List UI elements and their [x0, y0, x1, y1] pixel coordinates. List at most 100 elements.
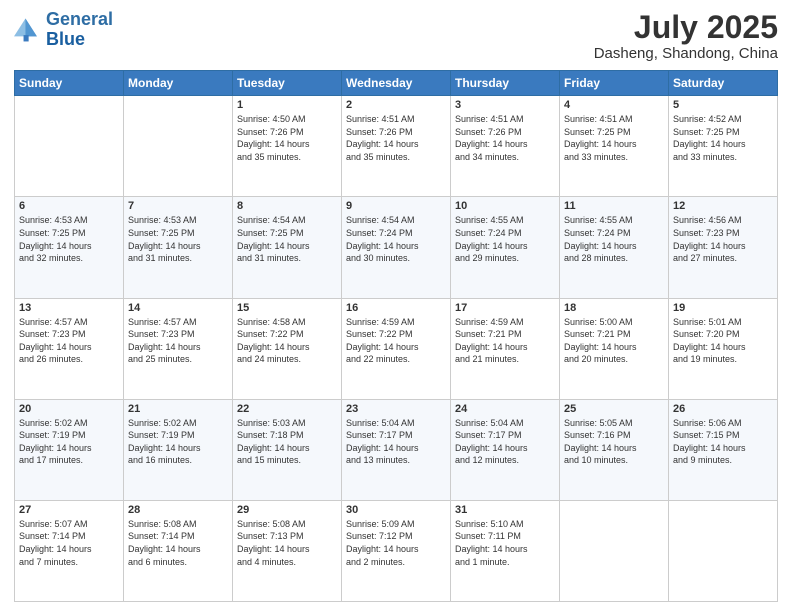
calendar-cell: 28 Sunrise: 5:08 AM Sunset: 7:14 PM Dayli…: [124, 500, 233, 601]
main-title: July 2025: [594, 10, 778, 45]
day-info: Sunrise: 4:56 AM Sunset: 7:23 PM Dayligh…: [673, 214, 773, 264]
title-block: July 2025 Dasheng, Shandong, China: [594, 10, 778, 62]
logo-line2: Blue: [46, 29, 85, 49]
week-row-1: 1 Sunrise: 4:50 AM Sunset: 7:26 PM Daylig…: [15, 96, 778, 197]
calendar-cell: 23Sunrise: 5:04 AM Sunset: 7:17 PM Dayli…: [342, 399, 451, 500]
day-number: 15: [237, 302, 337, 314]
calendar-cell: 19 Sunrise: 5:01 AM Sunset: 7:20 PM Dayli…: [669, 298, 778, 399]
calendar-cell: [124, 96, 233, 197]
day-number: 2: [346, 99, 446, 111]
header-day-monday: Monday: [124, 71, 233, 96]
day-info: Sunrise: 4:59 AM Sunset: 7:21 PM Dayligh…: [455, 316, 555, 366]
day-info: Sunrise: 5:04 AM Sunset: 7:17 PM Dayligh…: [346, 417, 446, 467]
day-number: 4: [564, 99, 664, 111]
day-info: Sunrise: 5:09 AM Sunset: 7:12 PM Dayligh…: [346, 518, 446, 568]
header: General Blue July 2025 Dasheng, Shandong…: [14, 10, 778, 62]
day-number: 30: [346, 504, 446, 516]
day-number: 26: [673, 403, 773, 415]
calendar-cell: 10Sunrise: 4:55 AM Sunset: 7:24 PM Dayli…: [451, 197, 560, 298]
header-day-friday: Friday: [560, 71, 669, 96]
calendar-cell: 14Sunrise: 4:57 AM Sunset: 7:23 PM Dayli…: [124, 298, 233, 399]
day-info: Sunrise: 5:06 AM Sunset: 7:15 PM Dayligh…: [673, 417, 773, 467]
calendar-cell: 21 Sunrise: 5:02 AM Sunset: 7:19 PM Dayli…: [124, 399, 233, 500]
day-number: 11: [564, 200, 664, 212]
calendar-cell: 24Sunrise: 5:04 AM Sunset: 7:17 PM Dayli…: [451, 399, 560, 500]
day-info: Sunrise: 5:07 AM Sunset: 7:14 PM Dayligh…: [19, 518, 119, 568]
day-info: Sunrise: 4:54 AM Sunset: 7:24 PM Dayligh…: [346, 214, 446, 264]
day-info: Sunrise: 5:01 AM Sunset: 7:20 PM Dayligh…: [673, 316, 773, 366]
day-info: Sunrise: 4:55 AM Sunset: 7:24 PM Dayligh…: [455, 214, 555, 264]
day-info: Sunrise: 4:57 AM Sunset: 7:23 PM Dayligh…: [128, 316, 228, 366]
day-number: 7: [128, 200, 228, 212]
calendar-cell: 17Sunrise: 4:59 AM Sunset: 7:21 PM Dayli…: [451, 298, 560, 399]
day-info: Sunrise: 5:02 AM Sunset: 7:19 PM Dayligh…: [128, 417, 228, 467]
calendar-cell: 29Sunrise: 5:08 AM Sunset: 7:13 PM Dayli…: [233, 500, 342, 601]
day-info: Sunrise: 5:03 AM Sunset: 7:18 PM Dayligh…: [237, 417, 337, 467]
calendar-cell: [669, 500, 778, 601]
day-info: Sunrise: 4:51 AM Sunset: 7:25 PM Dayligh…: [564, 113, 664, 163]
calendar-cell: 3 Sunrise: 4:51 AM Sunset: 7:26 PM Daylig…: [451, 96, 560, 197]
day-info: Sunrise: 5:10 AM Sunset: 7:11 PM Dayligh…: [455, 518, 555, 568]
day-number: 27: [19, 504, 119, 516]
header-day-saturday: Saturday: [669, 71, 778, 96]
calendar-table: SundayMondayTuesdayWednesdayThursdayFrid…: [14, 70, 778, 602]
day-info: Sunrise: 5:04 AM Sunset: 7:17 PM Dayligh…: [455, 417, 555, 467]
calendar-cell: [15, 96, 124, 197]
day-info: Sunrise: 5:00 AM Sunset: 7:21 PM Dayligh…: [564, 316, 664, 366]
week-row-3: 13 Sunrise: 4:57 AM Sunset: 7:23 PM Dayli…: [15, 298, 778, 399]
day-info: Sunrise: 4:57 AM Sunset: 7:23 PM Dayligh…: [19, 316, 119, 366]
week-row-2: 6Sunrise: 4:53 AM Sunset: 7:25 PM Daylig…: [15, 197, 778, 298]
day-info: Sunrise: 4:59 AM Sunset: 7:22 PM Dayligh…: [346, 316, 446, 366]
calendar-cell: 2 Sunrise: 4:51 AM Sunset: 7:26 PM Daylig…: [342, 96, 451, 197]
day-number: 9: [346, 200, 446, 212]
calendar-cell: 27 Sunrise: 5:07 AM Sunset: 7:14 PM Dayli…: [15, 500, 124, 601]
day-number: 22: [237, 403, 337, 415]
day-number: 18: [564, 302, 664, 314]
calendar-cell: 16 Sunrise: 4:59 AM Sunset: 7:22 PM Dayli…: [342, 298, 451, 399]
calendar-cell: 31 Sunrise: 5:10 AM Sunset: 7:11 PM Dayli…: [451, 500, 560, 601]
day-info: Sunrise: 4:52 AM Sunset: 7:25 PM Dayligh…: [673, 113, 773, 163]
calendar-cell: 5Sunrise: 4:52 AM Sunset: 7:25 PM Daylig…: [669, 96, 778, 197]
day-number: 28: [128, 504, 228, 516]
logo-icon: [14, 16, 42, 44]
calendar-cell: 18 Sunrise: 5:00 AM Sunset: 7:21 PM Dayli…: [560, 298, 669, 399]
header-day-sunday: Sunday: [15, 71, 124, 96]
day-number: 31: [455, 504, 555, 516]
calendar-cell: 11Sunrise: 4:55 AM Sunset: 7:24 PM Dayli…: [560, 197, 669, 298]
day-info: Sunrise: 4:58 AM Sunset: 7:22 PM Dayligh…: [237, 316, 337, 366]
calendar-cell: 22 Sunrise: 5:03 AM Sunset: 7:18 PM Dayli…: [233, 399, 342, 500]
day-number: 19: [673, 302, 773, 314]
header-day-wednesday: Wednesday: [342, 71, 451, 96]
calendar-cell: 26 Sunrise: 5:06 AM Sunset: 7:15 PM Dayli…: [669, 399, 778, 500]
day-number: 25: [564, 403, 664, 415]
day-number: 16: [346, 302, 446, 314]
day-info: Sunrise: 5:02 AM Sunset: 7:19 PM Dayligh…: [19, 417, 119, 467]
week-row-4: 20 Sunrise: 5:02 AM Sunset: 7:19 PM Dayli…: [15, 399, 778, 500]
day-number: 29: [237, 504, 337, 516]
day-number: 13: [19, 302, 119, 314]
day-info: Sunrise: 4:53 AM Sunset: 7:25 PM Dayligh…: [19, 214, 119, 264]
calendar-cell: 12 Sunrise: 4:56 AM Sunset: 7:23 PM Dayli…: [669, 197, 778, 298]
day-info: Sunrise: 5:05 AM Sunset: 7:16 PM Dayligh…: [564, 417, 664, 467]
calendar-cell: 7Sunrise: 4:53 AM Sunset: 7:25 PM Daylig…: [124, 197, 233, 298]
logo-line1: General: [46, 9, 113, 29]
subtitle: Dasheng, Shandong, China: [594, 45, 778, 62]
header-day-tuesday: Tuesday: [233, 71, 342, 96]
day-number: 21: [128, 403, 228, 415]
day-info: Sunrise: 4:51 AM Sunset: 7:26 PM Dayligh…: [346, 113, 446, 163]
day-info: Sunrise: 4:50 AM Sunset: 7:26 PM Dayligh…: [237, 113, 337, 163]
day-info: Sunrise: 4:51 AM Sunset: 7:26 PM Dayligh…: [455, 113, 555, 163]
calendar-cell: 1 Sunrise: 4:50 AM Sunset: 7:26 PM Daylig…: [233, 96, 342, 197]
calendar-cell: 15 Sunrise: 4:58 AM Sunset: 7:22 PM Dayli…: [233, 298, 342, 399]
calendar-cell: 6Sunrise: 4:53 AM Sunset: 7:25 PM Daylig…: [15, 197, 124, 298]
calendar-cell: 13 Sunrise: 4:57 AM Sunset: 7:23 PM Dayli…: [15, 298, 124, 399]
day-info: Sunrise: 5:08 AM Sunset: 7:14 PM Dayligh…: [128, 518, 228, 568]
day-number: 8: [237, 200, 337, 212]
logo-text: General Blue: [46, 10, 113, 50]
day-number: 1: [237, 99, 337, 111]
day-number: 12: [673, 200, 773, 212]
day-number: 3: [455, 99, 555, 111]
calendar-cell: 20 Sunrise: 5:02 AM Sunset: 7:19 PM Dayli…: [15, 399, 124, 500]
day-number: 20: [19, 403, 119, 415]
calendar-cell: 4 Sunrise: 4:51 AM Sunset: 7:25 PM Daylig…: [560, 96, 669, 197]
